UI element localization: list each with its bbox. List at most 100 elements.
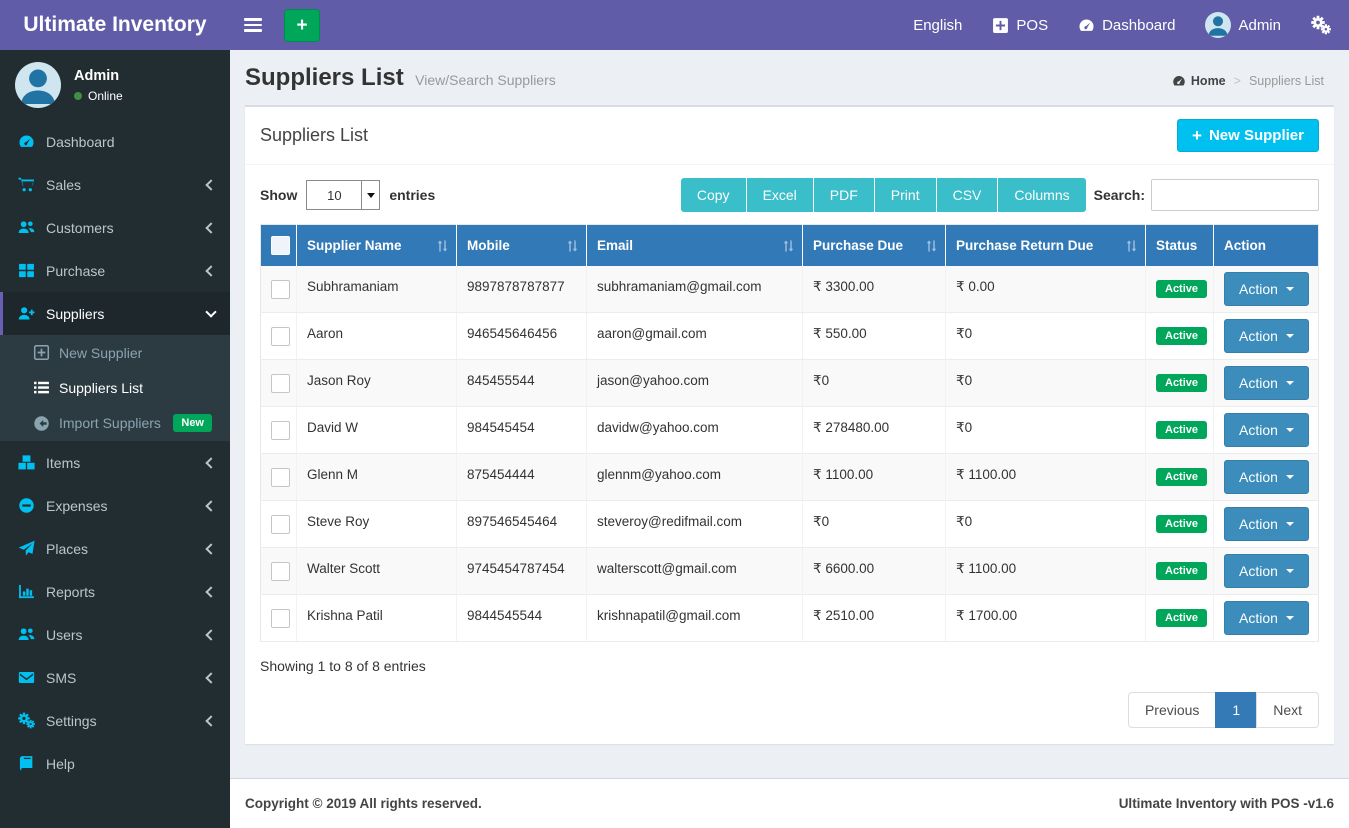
action-dropdown-button[interactable]: Action xyxy=(1224,366,1309,400)
row-checkbox[interactable] xyxy=(271,326,290,346)
sidebar-item-purchase[interactable]: Purchase xyxy=(0,249,230,292)
sidebar-item-places[interactable]: Places xyxy=(0,527,230,570)
breadcrumb-separator: > xyxy=(1233,74,1241,88)
column-header-label: Purchase Due xyxy=(813,238,904,253)
sort-icon[interactable] xyxy=(566,239,579,252)
sort-icon[interactable] xyxy=(436,239,449,252)
nav-dashboard-label: Dashboard xyxy=(1102,16,1176,34)
export-pdf-button[interactable]: PDF xyxy=(813,178,875,212)
export-columns-button[interactable]: Columns xyxy=(998,178,1086,212)
nav-pos-label: POS xyxy=(1016,16,1049,34)
brand-title: Ultimate Inventory xyxy=(23,13,207,36)
export-copy-button[interactable]: Copy xyxy=(680,178,747,212)
sidebar-item-customers[interactable]: Customers xyxy=(0,206,230,249)
supplier-name-cell: Subhramaniam xyxy=(296,266,457,313)
sidebar-subitem-suppliers-list[interactable]: Suppliers List xyxy=(0,370,230,405)
export-print-button[interactable]: Print xyxy=(874,178,937,212)
sidebar-item-label: Dashboard xyxy=(46,133,115,150)
row-checkbox[interactable] xyxy=(271,561,290,581)
pagination-page-1-button[interactable]: 1 xyxy=(1215,692,1258,728)
dashboard-icon xyxy=(18,133,35,150)
pagination-next-button[interactable]: Next xyxy=(1256,692,1319,728)
nav-settings[interactable] xyxy=(1311,15,1331,35)
column-header-email[interactable]: Email xyxy=(586,224,803,266)
action-dropdown-button[interactable]: Action xyxy=(1224,601,1309,635)
column-header-supplier-name[interactable]: Supplier Name xyxy=(296,224,457,266)
column-header-purchase-return-due[interactable]: Purchase Return Due xyxy=(945,224,1146,266)
chevron-left-icon xyxy=(205,628,217,641)
row-checkbox[interactable] xyxy=(271,514,290,534)
action-cell: Action xyxy=(1213,359,1319,407)
sidebar-subitem-new-supplier[interactable]: New Supplier xyxy=(0,335,230,370)
action-cell: Action xyxy=(1213,547,1319,595)
column-header-mobile[interactable]: Mobile xyxy=(456,224,587,266)
sidebar-item-reports[interactable]: Reports xyxy=(0,570,230,613)
sidebar-item-help[interactable]: Help xyxy=(0,742,230,785)
sidebar-item-settings[interactable]: Settings xyxy=(0,699,230,742)
row-checkbox[interactable] xyxy=(271,420,290,440)
nav-dashboard[interactable]: Dashboard xyxy=(1078,17,1175,34)
sidebar-item-items[interactable]: Items xyxy=(0,441,230,484)
export-excel-button[interactable]: Excel xyxy=(746,178,814,212)
sidebar-subitem-import-suppliers[interactable]: Import Suppliers New xyxy=(0,405,230,441)
pagination-previous-button[interactable]: Previous xyxy=(1127,692,1217,728)
sidebar-item-sales[interactable]: Sales xyxy=(0,163,230,206)
action-dropdown-button[interactable]: Action xyxy=(1224,507,1309,541)
action-dropdown-button[interactable]: Action xyxy=(1224,554,1309,588)
column-header-label: Email xyxy=(597,238,634,253)
action-cell: Action xyxy=(1213,266,1319,313)
action-cell: Action xyxy=(1213,500,1319,548)
envelope-icon xyxy=(18,669,35,686)
row-checkbox[interactable] xyxy=(271,608,290,628)
caret-down-icon xyxy=(1285,569,1294,573)
action-dropdown-button[interactable]: Action xyxy=(1224,319,1309,353)
sidebar-item-expenses[interactable]: Expenses xyxy=(0,484,230,527)
sidebar-subitem-label: Import Suppliers xyxy=(59,415,161,431)
nav-pos[interactable]: POS xyxy=(992,17,1048,34)
sidebar-item-users[interactable]: Users xyxy=(0,613,230,656)
user-plus-icon xyxy=(18,305,35,322)
sort-icon[interactable] xyxy=(925,239,938,252)
sort-icon[interactable] xyxy=(782,239,795,252)
search-input[interactable] xyxy=(1151,179,1319,211)
brand-logo[interactable]: Ultimate Inventory xyxy=(0,0,230,50)
gears-icon xyxy=(18,712,35,729)
column-header-label: Mobile xyxy=(467,238,510,253)
sidebar-item-dashboard[interactable]: Dashboard xyxy=(0,120,230,163)
nav-language[interactable]: English xyxy=(913,17,962,34)
status-badge: Active xyxy=(1156,327,1208,345)
mobile-cell: 9897878787877 xyxy=(456,266,587,313)
breadcrumb-current: Suppliers List xyxy=(1248,74,1324,88)
quick-add-button[interactable]: + xyxy=(284,8,320,42)
page-length-select[interactable]: 10 xyxy=(306,180,381,210)
purchase-return-due-cell: ₹0 xyxy=(945,312,1146,360)
sidebar-item-label: Expenses xyxy=(46,497,108,514)
export-csv-button[interactable]: CSV xyxy=(936,178,999,212)
purchase-due-cell: ₹ 1100.00 xyxy=(802,453,946,501)
sidebar-item-sms[interactable]: SMS xyxy=(0,656,230,699)
sidebar-toggle-button[interactable] xyxy=(230,0,276,50)
new-supplier-button[interactable]: + New Supplier xyxy=(1177,119,1319,152)
gears-icon xyxy=(1311,15,1331,35)
row-checkbox[interactable] xyxy=(271,467,290,487)
column-header-purchase-due[interactable]: Purchase Due xyxy=(802,224,946,266)
sidebar-user-status: Online xyxy=(88,88,123,103)
cart-icon xyxy=(18,176,35,193)
action-dropdown-button[interactable]: Action xyxy=(1224,272,1309,306)
breadcrumb-home[interactable]: Home xyxy=(1172,74,1226,88)
nav-user-menu[interactable]: Admin xyxy=(1205,12,1281,38)
sort-icon[interactable] xyxy=(1125,239,1138,252)
suppliers-table: Supplier Name Mobile Email Purchase Due Purc… xyxy=(260,224,1319,642)
status-cell: Active xyxy=(1145,312,1214,360)
sidebar-item-suppliers[interactable]: Suppliers xyxy=(0,292,230,335)
row-checkbox[interactable] xyxy=(271,373,290,393)
select-all-checkbox[interactable] xyxy=(271,236,290,255)
action-dropdown-button[interactable]: Action xyxy=(1224,413,1309,447)
page-length-value: 10 xyxy=(327,187,342,203)
navbar-main: + English POS Dashboard Admin xyxy=(230,0,1349,50)
purchase-return-due-cell: ₹0 xyxy=(945,359,1146,407)
row-checkbox[interactable] xyxy=(271,279,290,299)
action-dropdown-button[interactable]: Action xyxy=(1224,460,1309,494)
column-header-checkbox xyxy=(260,224,297,266)
page-footer: Copyright © 2019 All rights reserved. Ul… xyxy=(230,778,1349,828)
